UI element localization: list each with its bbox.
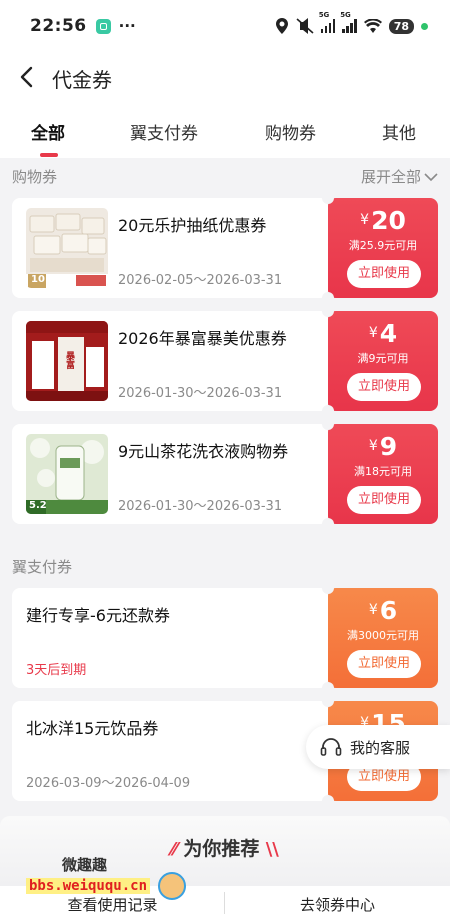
thumbnail-label: 5.2 (29, 500, 47, 511)
use-now-button[interactable]: 立即使用 (347, 650, 421, 678)
coupon-info: 10 20元乐护抽纸优惠券 2026-02-05～2026-03-31 (12, 198, 328, 298)
chevron-down-icon (424, 172, 438, 181)
signal-icon: 5G (340, 11, 357, 33)
product-thumbnail: 5.2 (26, 434, 108, 514)
status-bar: 22:56 ··· 5G 5G 78 (0, 0, 450, 52)
product-thumbnail: 10 (26, 208, 108, 288)
page-title: 代金券 (52, 68, 112, 92)
coupon-amount: ¥20 (360, 206, 406, 235)
coupon-value-panel: ¥20 满25.9元可用 立即使用 (322, 192, 438, 304)
tab-bar: 全部 翼支付券 购物券 其他 (0, 104, 450, 158)
use-now-button[interactable]: 立即使用 (347, 373, 421, 401)
coupon-info: 暴富 2026年暴富暴美优惠券 2026-01-30～2026-03-31 (12, 311, 328, 411)
coupon-card[interactable]: 建行专享-6元还款券 3天后到期 ¥6 满3000元可用 立即使用 (12, 582, 438, 694)
coupon-card[interactable]: 5.2 9元山茶花洗衣液购物券 2026-01-30～2026-03-31 ¥9… (12, 418, 438, 530)
tab-other[interactable]: 其他 (382, 119, 416, 144)
coupon-value-panel: ¥4 满9元可用 立即使用 (322, 305, 438, 417)
wifi-icon (363, 19, 382, 33)
coupon-condition: 满3000元可用 (347, 629, 419, 642)
watermark: 微趣趣 bbs.weiququ.cn (4, 850, 200, 906)
coupon-center-button[interactable]: 去领券中心 (225, 894, 450, 915)
nav-bar: 代金券 (0, 52, 450, 104)
watermark-url: bbs.weiququ.cn (26, 878, 151, 894)
watermark-text: 微趣趣 (62, 856, 108, 874)
coupon-title: 2026年暴富暴美优惠券 (118, 329, 287, 348)
coupon-expiry: 3天后到期 (26, 663, 87, 678)
section-heading-yipay: 翼支付券 (12, 558, 73, 576)
coupon-condition: 满25.9元可用 (348, 239, 418, 252)
tab-indicator (40, 153, 58, 157)
coupon-value-panel: ¥6 满3000元可用 立即使用 (322, 582, 438, 694)
coupon-title: 北冰洋15元饮品券 (26, 719, 159, 738)
use-now-button[interactable]: 立即使用 (347, 486, 421, 514)
customer-service-label: 我的客服 (350, 738, 411, 757)
coupon-card[interactable]: 10 20元乐护抽纸优惠券 2026-02-05～2026-03-31 ¥20 … (12, 192, 438, 304)
expand-all-label: 展开全部 (360, 168, 421, 186)
coupon-condition: 满9元可用 (357, 352, 409, 365)
battery-icon: 78 (388, 18, 414, 34)
thumbnail-label: 暴富 (64, 351, 74, 369)
tab-shopping[interactable]: 购物券 (265, 119, 316, 144)
back-icon[interactable] (16, 65, 40, 89)
coupon-amount: ¥6 (368, 596, 398, 625)
use-now-button[interactable]: 立即使用 (347, 260, 421, 288)
coupon-validity: 2026-03-09～2026-04-09 (26, 776, 191, 791)
product-thumbnail: 暴富 (26, 321, 108, 401)
status-time: 22:56 (30, 16, 87, 36)
coupon-amount: ¥9 (368, 432, 398, 461)
watermark-mascot-icon (158, 872, 186, 900)
coupon-info: 建行专享-6元还款券 3天后到期 (12, 588, 328, 688)
coupon-amount: ¥4 (368, 319, 398, 348)
coupon-title: 20元乐护抽纸优惠券 (118, 216, 267, 235)
coupon-card[interactable]: 暴富 2026年暴富暴美优惠券 2026-01-30～2026-03-31 ¥4… (12, 305, 438, 417)
coupon-info: 5.2 9元山茶花洗衣液购物券 2026-01-30～2026-03-31 (12, 424, 328, 524)
section-heading-shopping: 购物券 (12, 168, 58, 186)
decor-slash-icon: \\ (259, 839, 279, 860)
coupon-validity: 2026-02-05～2026-03-31 (118, 273, 283, 288)
coupon-info: 北冰洋15元饮品券 2026-03-09～2026-04-09 (12, 701, 328, 801)
coupon-value-panel: ¥9 满18元可用 立即使用 (322, 418, 438, 530)
coupon-title: 建行专享-6元还款券 (26, 606, 170, 625)
mute-icon (296, 18, 314, 34)
privacy-indicator-icon (421, 22, 428, 30)
tab-yipay[interactable]: 翼支付券 (130, 119, 198, 144)
coupon-validity: 2026-01-30～2026-03-31 (118, 499, 283, 514)
expand-all-button[interactable]: 展开全部 (361, 166, 438, 187)
more-notifications-icon: ··· (118, 17, 136, 35)
signal-icon: 5G (319, 11, 336, 33)
thumbnail-label: 10 (31, 274, 45, 285)
coupon-validity: 2026-01-30～2026-03-31 (118, 386, 283, 401)
coupon-condition: 满18元可用 (354, 465, 412, 478)
location-icon (275, 18, 288, 34)
app-notification-icon (95, 18, 111, 34)
customer-service-button[interactable]: 我的客服 (306, 725, 450, 769)
headset-icon (320, 738, 342, 756)
coupon-title: 9元山茶花洗衣液购物券 (118, 442, 289, 461)
tab-all[interactable]: 全部 (31, 119, 65, 144)
